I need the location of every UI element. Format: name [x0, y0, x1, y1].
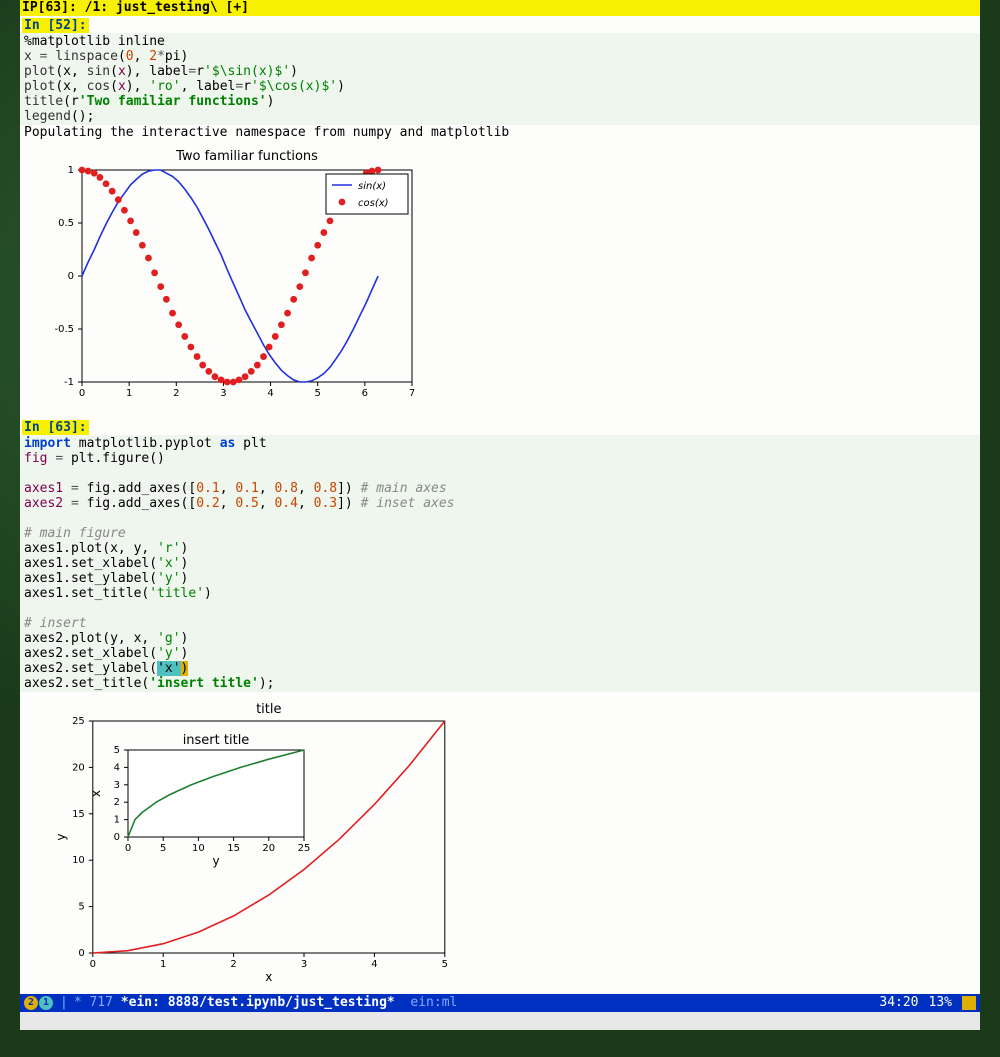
svg-text:y: y	[54, 833, 68, 840]
svg-text:4: 4	[267, 388, 273, 399]
svg-text:15: 15	[227, 843, 240, 854]
notebook-content[interactable]: In [52]: %matplotlib inline x = linspace…	[20, 16, 980, 994]
svg-text:3: 3	[301, 959, 307, 970]
svg-text:0: 0	[68, 271, 74, 282]
svg-text:1: 1	[126, 388, 132, 399]
svg-text:5: 5	[160, 843, 166, 854]
svg-text:20: 20	[262, 843, 275, 854]
svg-text:1: 1	[114, 815, 120, 826]
svg-text:6: 6	[362, 388, 368, 399]
svg-text:10: 10	[72, 855, 85, 866]
modeline-buffer: *ein: 8888/test.ipynb/just_testing*	[121, 994, 395, 1012]
svg-text:0: 0	[90, 959, 96, 970]
svg-text:y: y	[212, 854, 219, 868]
chart-two-familiar-functions: Two familiar functions 0 1 2 3 4 5 6 7 -1 -0.5 0 0.5…	[40, 146, 420, 406]
svg-text:25: 25	[298, 843, 311, 854]
cell-2: In [63]: import matplotlib.pyplot as plt…	[20, 418, 980, 994]
cell-1: In [52]: %matplotlib inline x = linspace…	[20, 16, 980, 418]
svg-text:5: 5	[78, 902, 84, 913]
svg-text:4: 4	[371, 959, 377, 970]
svg-text:0.5: 0.5	[58, 218, 74, 229]
svg-text:Two familiar functions: Two familiar functions	[175, 149, 318, 164]
modeline-percent: 13%	[929, 994, 952, 1012]
svg-text:3: 3	[220, 388, 226, 399]
svg-text:2: 2	[230, 959, 236, 970]
chart-inset-axes: 0 1 2 3 4 5 0 5 10 15 20 25 x y title 0 5 10 15 20 25 0 1 2 3 4 5 y…	[40, 692, 480, 982]
cell-2-in-label: In [63]:	[22, 420, 89, 435]
svg-text:x: x	[89, 790, 103, 797]
modeline-badge-1: 1	[39, 996, 53, 1010]
svg-text:sin(x): sin(x)	[358, 181, 386, 192]
svg-text:1: 1	[160, 959, 166, 970]
emacs-echo-area[interactable]	[20, 1012, 980, 1030]
svg-text:2: 2	[114, 797, 120, 808]
modeline-mode: ein:ml	[410, 994, 457, 1012]
emacs-modeline: 2 1 | * 717 *ein: 8888/test.ipynb/just_t…	[20, 994, 980, 1012]
svg-text:2: 2	[173, 388, 179, 399]
svg-text:10: 10	[192, 843, 205, 854]
svg-text:3: 3	[114, 780, 120, 791]
svg-text:5: 5	[442, 959, 448, 970]
svg-text:5: 5	[315, 388, 321, 399]
svg-text:-1: -1	[64, 377, 74, 388]
modeline-linenum: 717	[89, 994, 112, 1012]
svg-text:20: 20	[72, 762, 85, 773]
cell-1-stdout: Populating the interactive namespace fro…	[20, 125, 980, 140]
cell-1-in-label: In [52]:	[22, 18, 89, 33]
modeline-cursor: 34:20	[879, 994, 918, 1012]
svg-text:cos(x): cos(x)	[358, 198, 389, 209]
svg-text:5: 5	[114, 745, 120, 756]
desktop-background: IP[63]: /1: just_testing\ [+] In [52]: %…	[0, 0, 1000, 1057]
svg-text:0: 0	[78, 948, 84, 959]
svg-text:1: 1	[68, 165, 74, 176]
svg-text:15: 15	[72, 809, 85, 820]
cell-2-code[interactable]: import matplotlib.pyplot as plt fig = pl…	[20, 435, 980, 692]
modeline-status-block	[962, 996, 976, 1010]
svg-text:25: 25	[72, 716, 85, 727]
svg-text:x: x	[265, 970, 272, 982]
svg-text:-0.5: -0.5	[54, 324, 74, 335]
cell-2-plot: 0 1 2 3 4 5 0 5 10 15 20 25 x y title 0 5 10 15 20 25 0 1 2 3 4 5 y…	[20, 692, 980, 994]
svg-text:0: 0	[125, 843, 131, 854]
svg-text:insert title: insert title	[183, 733, 250, 748]
svg-text:title: title	[256, 702, 281, 717]
modeline-badge-2: 2	[24, 996, 38, 1010]
svg-text:7: 7	[409, 388, 415, 399]
svg-text:4: 4	[114, 762, 120, 773]
window-titlebar: IP[63]: /1: just_testing\ [+]	[20, 0, 980, 16]
svg-text:0: 0	[114, 832, 120, 843]
cell-1-code[interactable]: %matplotlib inline x = linspace(0, 2*pi)…	[20, 33, 980, 125]
svg-text:0: 0	[79, 388, 85, 399]
cell-1-plot: Two familiar functions 0 1 2 3 4 5 6 7 -1 -0.5 0 0.5…	[20, 140, 980, 418]
emacs-window: IP[63]: /1: just_testing\ [+] In [52]: %…	[20, 0, 980, 1030]
